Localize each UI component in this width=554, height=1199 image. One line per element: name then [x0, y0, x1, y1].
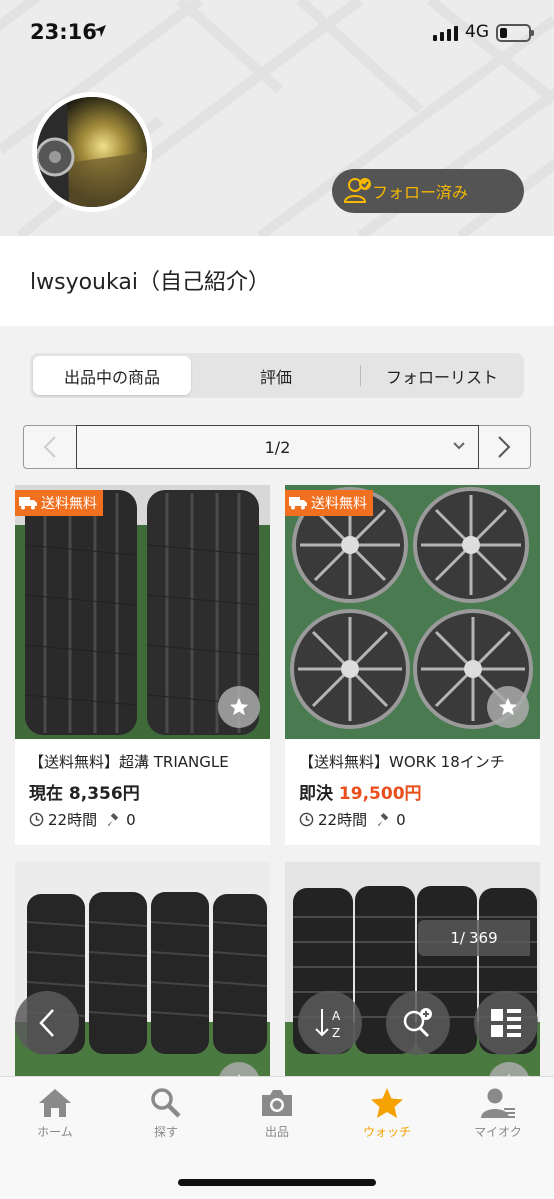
nav-home[interactable]: ホーム: [10, 1087, 100, 1140]
bid-count: 0: [126, 810, 136, 829]
free-shipping-label: 送料無料: [311, 496, 367, 512]
listing-image[interactable]: 送料無料: [285, 485, 540, 739]
status-time: 23:16: [30, 20, 97, 44]
listing-meta: 22時間 0: [29, 809, 136, 830]
next-page-button[interactable]: [478, 426, 530, 468]
svg-text:A: A: [332, 1009, 341, 1023]
nav-home-label: ホーム: [37, 1125, 73, 1139]
listing-title[interactable]: 【送料無料】WORK 18インチ: [299, 751, 529, 772]
home-icon: [39, 1089, 71, 1117]
search-plus-icon: [403, 1008, 432, 1038]
free-shipping-label: 送料無料: [41, 496, 97, 512]
page-select-value: 1/2: [264, 438, 291, 457]
star-icon: [229, 697, 249, 716]
nav-watch[interactable]: ウォッチ: [342, 1087, 432, 1140]
previous-page-button[interactable]: [24, 426, 76, 468]
listing-card[interactable]: 送料無料 【送料無料】超溝 TRIANGLE 現在 8,356円 22時間 0: [15, 485, 270, 845]
battery-icon: [496, 24, 534, 42]
filter-search-button[interactable]: [386, 991, 450, 1055]
home-indicator[interactable]: [178, 1179, 376, 1186]
page-select[interactable]: 1/2: [76, 425, 479, 469]
listing-title[interactable]: 【送料無料】超溝 TRIANGLE: [29, 751, 259, 772]
profile-header: 23:16 4G フォロー済み: [0, 0, 554, 236]
chevron-left-icon: [43, 436, 56, 458]
clock-icon: [29, 812, 44, 827]
tab-divider: [360, 365, 361, 386]
time-left: 22時間: [48, 811, 98, 829]
nav-sell[interactable]: 出品: [232, 1087, 322, 1140]
user-check-icon: [344, 178, 371, 203]
svg-text:Z: Z: [332, 1026, 340, 1040]
profile-name-row: lwsyoukai（自己紹介）: [0, 236, 554, 326]
listing-price: 現在 8,356円: [29, 779, 140, 804]
follow-button[interactable]: フォロー済み: [332, 169, 524, 213]
avatar-image: [37, 97, 147, 207]
clock-icon: [299, 812, 314, 827]
profile-tabs: 出品中の商品 評価 フォローリスト: [30, 353, 524, 398]
watch-star-button[interactable]: [487, 686, 529, 728]
image-counter: 1/ 369: [418, 920, 530, 956]
avatar[interactable]: [32, 92, 152, 212]
price-prefix: 現在: [29, 784, 63, 804]
nav-watch-label: ウォッチ: [362, 1125, 411, 1139]
nav-search[interactable]: 探す: [121, 1087, 211, 1140]
chevron-left-icon: [39, 1009, 54, 1037]
chevron-down-icon: [453, 442, 465, 450]
tab-listings[interactable]: 出品中の商品: [33, 356, 191, 395]
tab-ratings-label: 評価: [259, 367, 292, 387]
time-left: 22時間: [318, 811, 368, 829]
location-arrow-icon: [94, 25, 106, 37]
nav-my-auction[interactable]: マイオク: [453, 1087, 543, 1140]
camera-icon: [262, 1090, 292, 1116]
nav-my-auction-label: マイオク: [474, 1125, 522, 1139]
tab-follow-list[interactable]: フォローリスト: [362, 356, 522, 395]
nav-search-label: 探す: [153, 1125, 178, 1139]
user-icon: [481, 1088, 515, 1118]
network-type: 4G: [465, 22, 489, 42]
image-counter-total: 369: [468, 929, 498, 947]
listing-card[interactable]: 送料無料 【送料無料】WORK 18インチ 即決 19,500円 22時間 0: [285, 485, 540, 845]
back-button[interactable]: [15, 991, 79, 1055]
listing-price: 即決 19,500円: [299, 779, 422, 804]
follow-button-label: フォロー済み: [372, 183, 469, 202]
listing-meta: 22時間 0: [299, 809, 406, 830]
star-icon: [498, 697, 518, 716]
gavel-icon: [108, 812, 119, 827]
nav-sell-label: 出品: [264, 1125, 289, 1139]
tab-follow-list-label: フォローリスト: [385, 367, 498, 387]
truck-icon: [289, 497, 307, 510]
pagination: 1/2: [23, 425, 531, 469]
free-shipping-badge: 送料無料: [285, 490, 373, 516]
price-value: 19,500円: [338, 784, 422, 804]
star-icon: [371, 1088, 403, 1118]
profile-name: lwsyoukai（自己紹介）: [30, 270, 270, 295]
sort-button[interactable]: A Z: [298, 991, 362, 1055]
search-icon: [151, 1088, 181, 1118]
status-bar: 23:16 4G: [0, 0, 554, 66]
gavel-icon: [378, 812, 389, 827]
price-value: 8,356円: [68, 784, 140, 804]
view-toggle-button[interactable]: [474, 991, 538, 1055]
truck-icon: [19, 497, 37, 510]
free-shipping-badge: 送料無料: [15, 490, 103, 516]
tab-listings-label: 出品中の商品: [63, 367, 160, 387]
watch-star-button[interactable]: [218, 686, 260, 728]
listing-image[interactable]: 送料無料: [15, 485, 270, 739]
chevron-right-icon: [498, 436, 511, 458]
sort-az-icon: A Z: [315, 1009, 341, 1040]
image-counter-current: 1/: [450, 929, 465, 947]
tab-ratings[interactable]: 評価: [193, 356, 359, 395]
signal-strength-icon: [433, 26, 458, 41]
price-prefix: 即決: [299, 784, 333, 804]
bid-count: 0: [396, 810, 406, 829]
grid-list-icon: [491, 1009, 521, 1037]
